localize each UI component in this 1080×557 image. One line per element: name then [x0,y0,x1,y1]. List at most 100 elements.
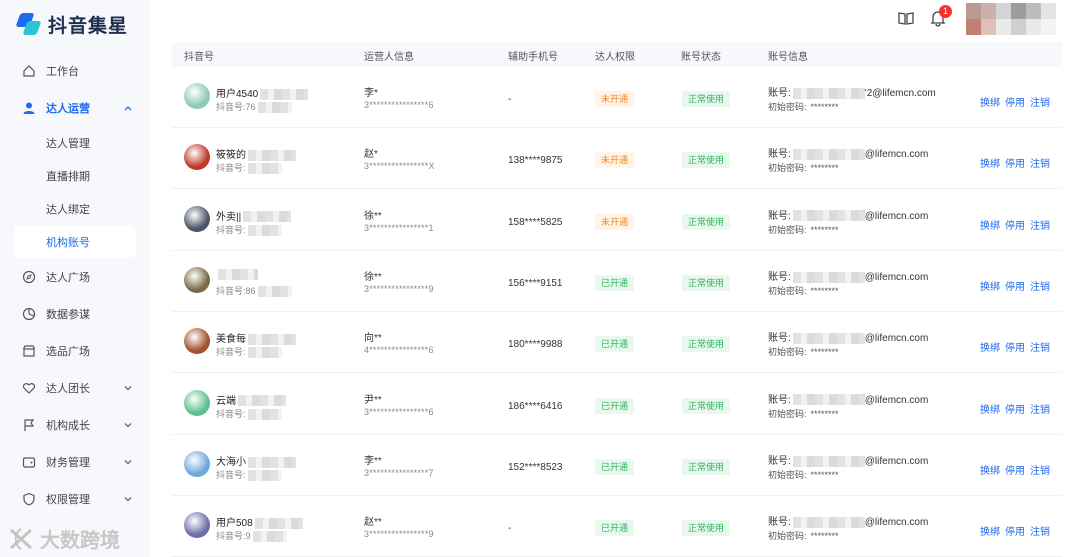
account-name-text: 外卖|| [216,211,242,223]
password-value: ******** [810,285,839,296]
account-email: 账号: @lifemcn.com [768,452,928,467]
operator-id: 3****************9 [364,529,434,540]
avatar [184,450,210,477]
sidebar-item-label: 达人运营 [46,102,90,115]
account-email-text: @lifemcn.com [864,394,929,406]
password-value: ******** [810,224,839,235]
sidebar-item-1[interactable]: 达人运营 [0,89,150,126]
cancel-account-link[interactable]: 注销 [1030,401,1050,416]
disable-link[interactable]: 停用 [1005,401,1025,416]
sidebar-item-5[interactable]: 达人团长 [0,369,150,406]
assist-phone: 180****9988 [508,339,563,351]
sidebar-item-8[interactable]: 权限管理 [0,480,150,517]
account-email-text: @lifemcn.com [864,210,929,222]
disable-link[interactable]: 停用 [1005,155,1025,170]
row-actions: 换绑 停用 注销 [980,94,1050,109]
rebind-link[interactable]: 换绑 [980,155,1000,170]
sidebar-subitem-1[interactable]: 直播排期 [0,159,150,192]
rebind-link[interactable]: 换绑 [980,401,1000,416]
disable-link[interactable]: 停用 [1005,462,1025,477]
permission-badge: 未开通 [595,213,635,230]
sidebar-item-0[interactable]: 工作台 [0,52,150,89]
home-icon [22,64,36,78]
redacted-blur [257,286,292,298]
chevron-up-icon [124,103,132,111]
sidebar-subitem-2[interactable]: 达人绑定 [0,192,150,225]
sidebar-item-7[interactable]: 财务管理 [0,443,150,480]
cancel-account-link[interactable]: 注销 [1030,94,1050,109]
cancel-account-link[interactable]: 注销 [1030,339,1050,354]
disable-link[interactable]: 停用 [1005,94,1025,109]
sidebar-item-4[interactable]: 选品广场 [0,332,150,369]
account-name-text: 大海小 [216,456,246,468]
sidebar-subitem-0[interactable]: 达人管理 [0,126,150,159]
rebind-link[interactable]: 换绑 [980,339,1000,354]
cancel-account-link[interactable]: 注销 [1030,217,1050,232]
avatar [184,266,210,293]
redacted-blur [243,211,292,223]
book-icon[interactable] [897,9,915,27]
status-badge: 正常使用 [682,336,731,353]
chevron-down-icon [124,383,132,391]
sidebar-item-3[interactable]: 数据参谋 [0,295,150,332]
douyin-id-label: 抖音号: [216,285,246,296]
rebind-link[interactable]: 换绑 [980,462,1000,477]
account-email: 账号: @lifemcn.com [768,207,928,222]
sidebar: 抖音集星 工作台达人运营达人管理 直播排期 达人绑定 机构账号 达人广场 数据参谋 选品广场… [0,0,150,557]
user-avatar[interactable] [966,3,1056,35]
sidebar-item-2[interactable]: 达人广场 [0,258,150,295]
table-row: 大海小 抖音号: 李** 3****************7 152****8523 已… [172,435,1062,496]
rebind-link[interactable]: 换绑 [980,217,1000,232]
status-badge: 正常使用 [682,458,731,475]
disable-link[interactable]: 停用 [1005,523,1025,538]
avatar [184,144,210,171]
logo[interactable]: 抖音集星 [15,10,128,38]
chevron-down-icon [124,457,132,465]
assist-phone: 158****5825 [508,216,563,228]
redacted-blur [247,347,282,359]
rebind-link[interactable]: 换绑 [980,278,1000,293]
cancel-account-link[interactable]: 注销 [1030,523,1050,538]
cancel-account-link[interactable]: 注销 [1030,155,1050,170]
initial-password: 初始密码: ******** [768,223,839,236]
account-label: 账号: [768,210,791,222]
douyin-id: 抖音号: [216,223,282,236]
operator-name: 徐** [364,271,382,283]
column-header: 抖音号 [184,52,214,63]
permission-badge: 已开通 [595,397,635,414]
password-value: ******** [810,531,839,542]
permission-badge: 已开通 [595,336,635,353]
cancel-account-link[interactable]: 注销 [1030,462,1050,477]
initial-password: 初始密码: ******** [768,100,839,113]
sidebar-item-6[interactable]: 机构成长 [0,406,150,443]
header-actions: 1 [897,5,952,27]
disable-link[interactable]: 停用 [1005,217,1025,232]
password-label: 初始密码: [768,531,807,542]
disable-link[interactable]: 停用 [1005,339,1025,354]
avatar [184,512,210,539]
bell-icon[interactable]: 1 [929,5,952,27]
sidebar-subitem-3[interactable]: 机构账号 [14,225,136,258]
status-badge: 正常使用 [682,397,731,414]
douyin-id: 抖音号: [216,407,282,420]
redacted-blur [792,455,865,467]
password-label: 初始密码: [768,224,807,235]
operator-id: 3****************X [364,161,435,172]
shop-icon [22,344,36,358]
initial-password: 初始密码: ******** [768,529,839,542]
account-label: 账号: [768,333,791,345]
row-actions: 换绑 停用 注销 [980,523,1050,538]
disable-link[interactable]: 停用 [1005,278,1025,293]
table-row: 云端 抖音号: 尹** 3****************6 186****6416 已开… [172,374,1062,435]
redacted-blur [238,395,286,407]
column-header: 辅助手机号 [508,52,558,63]
redacted-blur [792,516,865,528]
rebind-link[interactable]: 换绑 [980,523,1000,538]
douyin-id-label: 抖音号: [216,531,246,542]
sidebar-nav: 工作台达人运营达人管理 直播排期 达人绑定 机构账号 达人广场 数据参谋 选品广场 达人团长机… [0,52,150,517]
redacted-blur [792,271,865,283]
cancel-account-link[interactable]: 注销 [1030,278,1050,293]
rebind-link[interactable]: 换绑 [980,94,1000,109]
status-badge: 正常使用 [682,213,731,230]
redacted-blur [248,334,296,346]
